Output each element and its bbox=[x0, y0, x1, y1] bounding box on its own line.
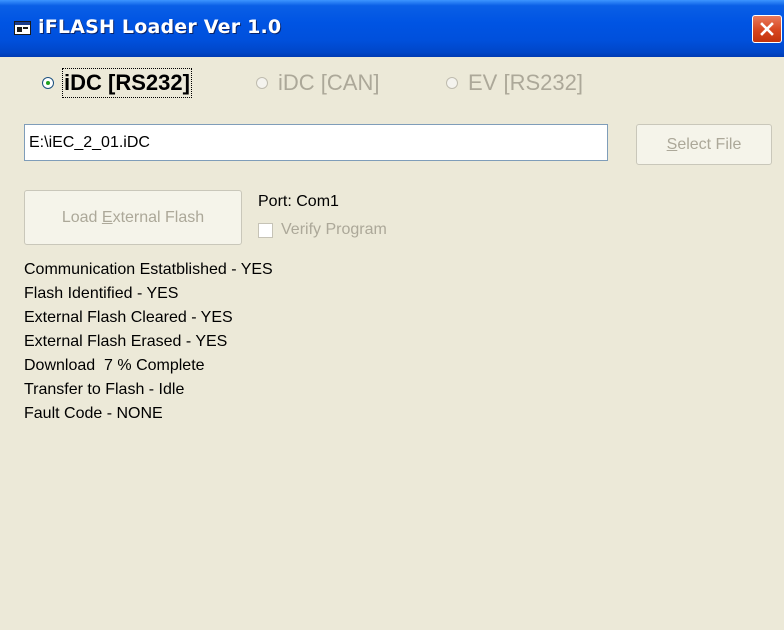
status-line-flash-erased: External Flash Erased - YES bbox=[24, 333, 228, 350]
radio-idc-can[interactable]: iDC [CAN] bbox=[256, 63, 379, 103]
status-line-transfer: Transfer to Flash - Idle bbox=[24, 381, 185, 398]
status-line-download-progress: Download 7 % Complete bbox=[24, 357, 205, 374]
radio-ev-rs232[interactable]: EV [RS232] bbox=[446, 63, 583, 103]
checkbox-box bbox=[258, 222, 273, 238]
radio-label: EV [RS232] bbox=[468, 70, 583, 95]
close-button[interactable] bbox=[752, 15, 782, 43]
app-window-icon bbox=[14, 21, 31, 35]
load-mnemonic: E bbox=[101, 208, 113, 226]
protocol-radio-group: iDC [RS232] iDC [CAN] EV [RS232] bbox=[42, 63, 642, 103]
radio-indicator bbox=[42, 77, 54, 89]
status-line-communication: Communication Estatblished - YES bbox=[24, 261, 273, 278]
radio-label: iDC [CAN] bbox=[278, 70, 380, 95]
select-file-label-post: elect File bbox=[677, 135, 742, 153]
status-line-flash-cleared: External Flash Cleared - YES bbox=[24, 309, 233, 326]
verify-program-label: Verify Program bbox=[281, 221, 387, 238]
load-label-post: xternal Flash bbox=[112, 208, 205, 226]
load-external-flash-button[interactable]: Load External Flash bbox=[24, 190, 242, 245]
radio-indicator bbox=[446, 77, 458, 89]
radio-idc-rs232[interactable]: iDC [RS232] bbox=[42, 63, 192, 103]
radio-indicator bbox=[256, 77, 268, 89]
status-list: Communication Estatblished - YES Flash I… bbox=[24, 258, 273, 426]
load-label-pre: Load bbox=[61, 208, 98, 226]
app-window: iFLASH Loader Ver 1.0 iDC [RS232] iDC [C… bbox=[0, 0, 784, 630]
radio-label: iDC [RS232] bbox=[62, 68, 192, 98]
file-path-field[interactable]: E:\iEC_2_01.iDC bbox=[24, 124, 608, 161]
status-line-fault-code: Fault Code - NONE bbox=[24, 405, 163, 422]
title-bar[interactable]: iFLASH Loader Ver 1.0 bbox=[0, 0, 784, 57]
select-file-mnemonic: S bbox=[666, 135, 678, 153]
verify-program-checkbox[interactable]: Verify Program bbox=[258, 221, 387, 239]
close-icon bbox=[760, 22, 774, 36]
window-title: iFLASH Loader Ver 1.0 bbox=[38, 16, 282, 38]
status-line-flash-identified: Flash Identified - YES bbox=[24, 285, 179, 302]
select-file-button[interactable]: Select File bbox=[636, 124, 772, 165]
port-label: Port: Com1 bbox=[258, 193, 339, 210]
